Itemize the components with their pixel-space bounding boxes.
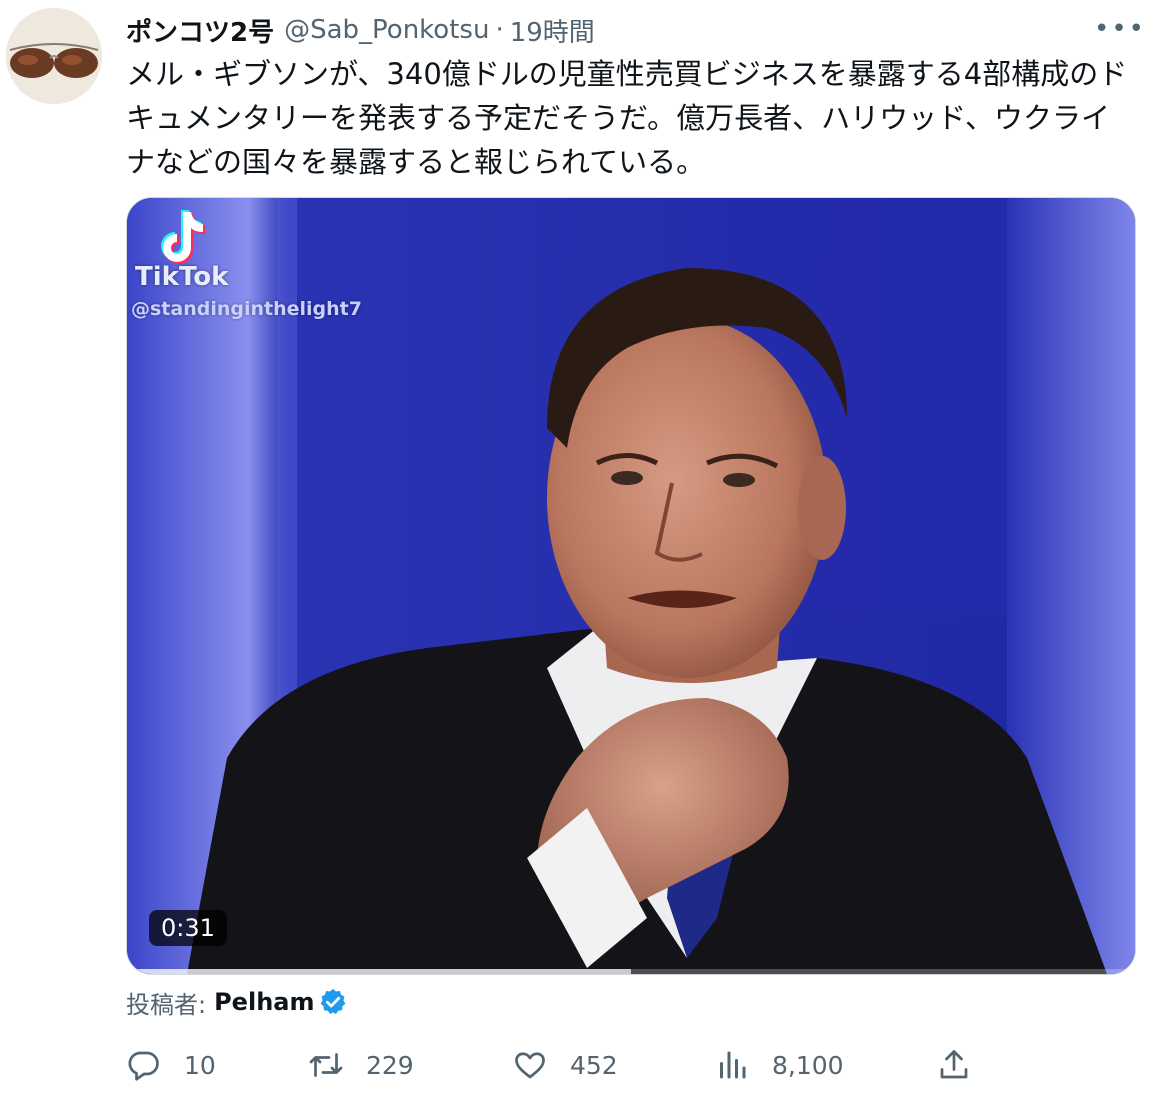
reply-icon (128, 1051, 159, 1081)
share-button[interactable] (936, 1040, 972, 1090)
tiktok-logo-icon (161, 210, 205, 264)
timestamp[interactable]: 19時間 (510, 12, 595, 49)
retweet-icon (309, 1053, 343, 1077)
tweet-header: ポンコツ2号 @Sab_Ponkotsu · 19時間 (126, 10, 595, 50)
reply-count: 10 (184, 1050, 216, 1080)
posted-by-name[interactable]: Pelham (214, 988, 314, 1016)
views-count: 8,100 (772, 1050, 844, 1080)
reply-button[interactable]: 10 (126, 1040, 216, 1090)
video-player[interactable]: TikTok @standinginthelight7 0:31 (126, 197, 1136, 975)
posted-by: 投稿者: Pelham (126, 984, 348, 1020)
verified-badge-icon (321, 988, 346, 1014)
video-duration-badge: 0:31 (149, 910, 227, 946)
video-progress-track[interactable] (127, 969, 1135, 974)
separator-dot: · (495, 15, 504, 45)
retweet-button[interactable]: 229 (308, 1040, 414, 1090)
video-progress-fill (127, 969, 631, 974)
share-icon (940, 1050, 968, 1079)
tweet-text: メル・ギブソンが、340億ドルの児童性売買ビジネスを暴露する4部構成のドキュメン… (126, 57, 1128, 179)
avatar[interactable] (6, 8, 102, 104)
views-icon (720, 1051, 746, 1079)
display-name[interactable]: ポンコツ2号 (126, 12, 274, 49)
sunglasses-avatar-image (6, 8, 102, 104)
like-count: 452 (570, 1050, 618, 1080)
user-handle[interactable]: @Sab_Ponkotsu (284, 15, 489, 45)
tiktok-username-watermark: @standinginthelight7 (131, 298, 362, 320)
tiktok-watermark: TikTok (135, 262, 229, 292)
views-button[interactable]: 8,100 (714, 1040, 844, 1090)
tweet-actions: 10 229 452 8,100 (126, 1040, 1006, 1090)
like-icon (515, 1052, 545, 1079)
retweet-count: 229 (366, 1050, 414, 1080)
tweet: ポンコツ2号 @Sab_Ponkotsu · 19時間 ••• メル・ギブソンが… (0, 0, 1162, 1098)
more-options-icon[interactable]: ••• (1094, 14, 1144, 44)
like-button[interactable]: 452 (512, 1040, 618, 1090)
posted-by-label: 投稿者: (126, 990, 207, 1019)
